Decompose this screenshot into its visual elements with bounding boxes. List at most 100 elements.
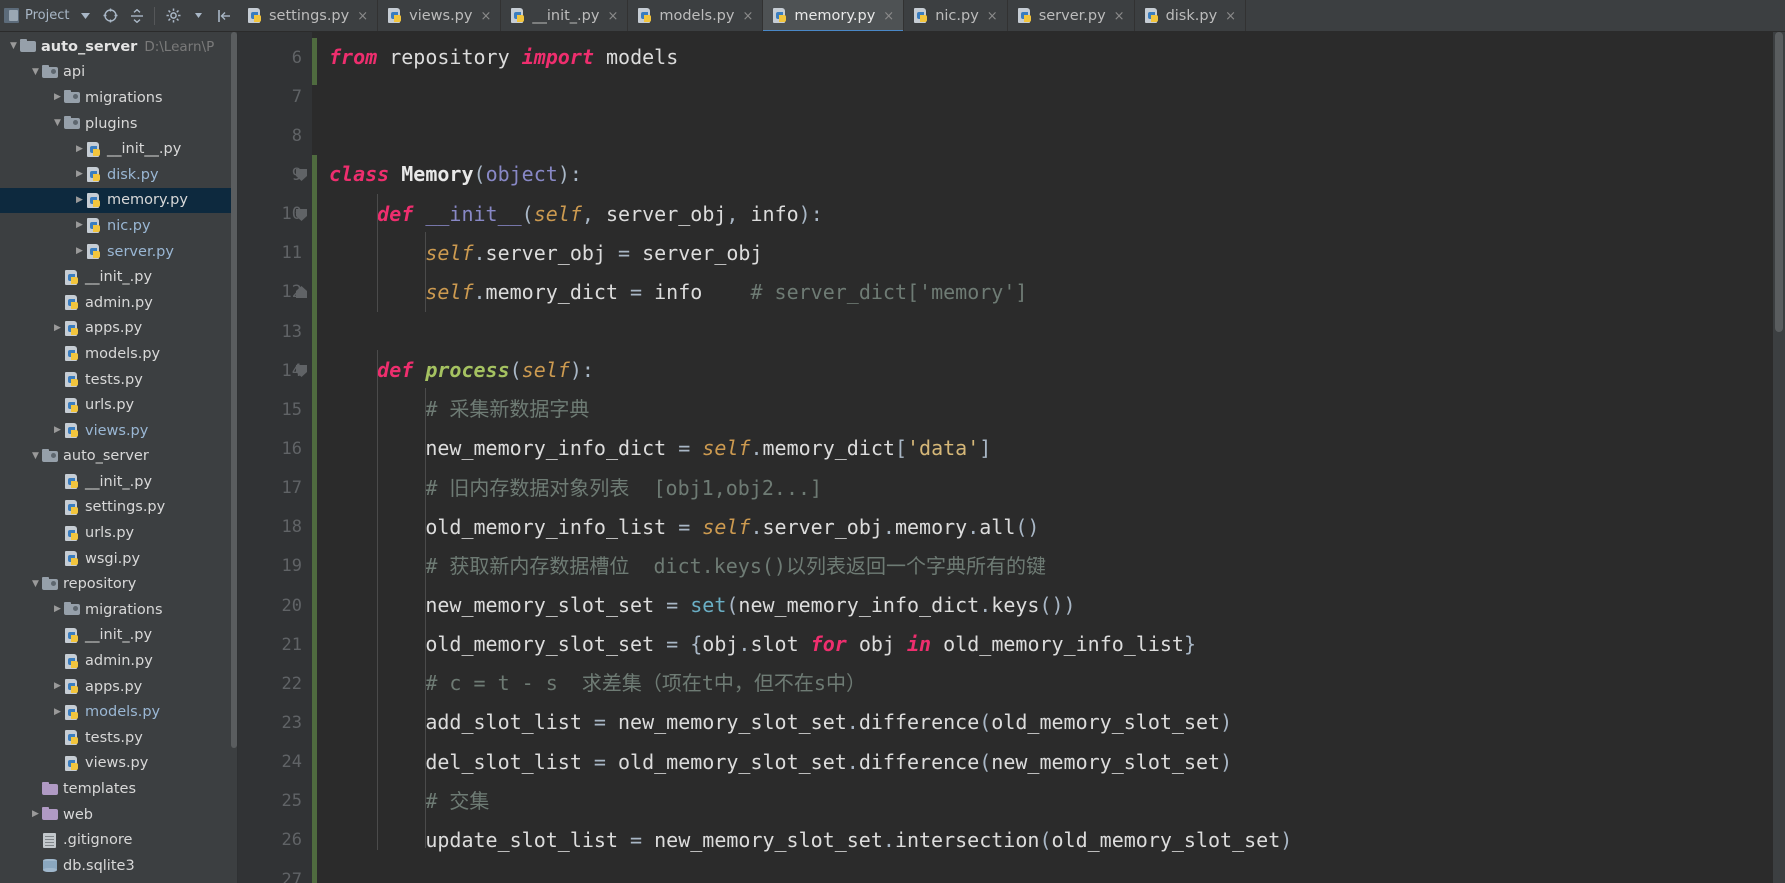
editor-tab-bar[interactable]: settings.py × views.py × __init_.py × models.p… (238, 0, 1785, 32)
code-line[interactable]: def __init__(self, server_obj, info): (312, 195, 1785, 234)
line-number[interactable]: 8 (238, 116, 312, 155)
code-line[interactable]: add_slot_list = new_memory_slot_set.diff… (312, 703, 1785, 742)
code-line[interactable]: old_memory_info_list = self.server_obj.m… (312, 508, 1785, 547)
code-line[interactable]: from repository import models (312, 38, 1785, 77)
tree-item-urls-py[interactable]: urls.py (0, 392, 238, 418)
chevron-down-icon[interactable]: ▼ (29, 67, 42, 77)
chevron-down-icon[interactable]: ▼ (51, 119, 64, 128)
tree-item-migrations[interactable]: ▶ migrations (0, 85, 238, 111)
code-line[interactable]: # 采集新数据字典 (312, 390, 1785, 429)
tree-item-web[interactable]: ▶ web (0, 802, 238, 828)
tree-item-server-py[interactable]: ▶ server.py (0, 239, 238, 265)
code-line[interactable]: self.memory_dict = info # server_dict['m… (312, 273, 1785, 312)
tree-item-models-py[interactable]: models.py (0, 341, 238, 367)
chevron-down-icon[interactable]: ▼ (29, 579, 42, 589)
line-number[interactable]: 21 (238, 625, 312, 664)
tree-item-urls-py[interactable]: urls.py (0, 520, 238, 546)
line-number[interactable]: 25 (238, 782, 312, 821)
tree-item-templates[interactable]: templates (0, 776, 238, 802)
tree-item-wsgi-py[interactable]: wsgi.py (0, 546, 238, 572)
tree-item-apps-py[interactable]: ▶ apps.py (0, 674, 238, 700)
code-line[interactable]: update_slot_list = new_memory_slot_set.i… (312, 821, 1785, 860)
editor-tab-models-py[interactable]: models.py × (628, 0, 764, 31)
line-number[interactable]: 22 (238, 664, 312, 703)
tree-item-migrations[interactable]: ▶ migrations (0, 597, 238, 623)
chevron-down-icon[interactable]: ▼ (7, 42, 20, 51)
code-line[interactable] (312, 116, 1785, 155)
code-line[interactable]: old_memory_slot_set = {obj.slot for obj … (312, 625, 1785, 664)
line-number-gutter[interactable]: 6789101112131415161718192021222324252627 (238, 32, 312, 883)
tree-item-db-sqlite3[interactable]: db.sqlite3 (0, 853, 238, 879)
code-line[interactable]: # c = t - s 求差集（项在t中，但不在s中） (312, 664, 1785, 703)
tab-close-icon[interactable]: × (1114, 9, 1125, 24)
chevron-right-icon[interactable]: ▶ (51, 707, 64, 717)
code-line[interactable] (312, 312, 1785, 351)
tree-item-api[interactable]: ▼ api (0, 60, 238, 86)
chevron-right-icon[interactable]: ▶ (51, 682, 64, 691)
code-editor[interactable]: 6789101112131415161718192021222324252627… (238, 32, 1785, 883)
chevron-right-icon[interactable]: ▶ (51, 323, 64, 333)
line-number[interactable]: 19 (238, 547, 312, 586)
tree-item-tests-py[interactable]: tests.py (0, 725, 238, 751)
editor-tab-server-py[interactable]: server.py × (1008, 0, 1135, 31)
chevron-down-icon[interactable]: ▼ (29, 451, 42, 461)
code-line[interactable]: def process(self): (312, 351, 1785, 390)
editor-tab-nic-py[interactable]: nic.py × (904, 0, 1008, 31)
collapse-all-icon[interactable] (127, 5, 147, 27)
tab-close-icon[interactable]: × (607, 9, 618, 24)
tree-item-views-py[interactable]: views.py (0, 751, 238, 777)
target-icon[interactable] (101, 5, 121, 27)
line-number[interactable]: 17 (238, 469, 312, 508)
chevron-right-icon[interactable]: ▶ (51, 605, 64, 614)
line-number[interactable]: 26 (238, 821, 312, 860)
code-fold-marker[interactable] (295, 364, 308, 378)
tree-item-apps-py[interactable]: ▶ apps.py (0, 316, 238, 342)
code-line[interactable]: new_memory_info_dict = self.memory_dict[… (312, 429, 1785, 468)
tree-item--init-py[interactable]: __init_.py (0, 264, 238, 290)
line-number[interactable]: 18 (238, 508, 312, 547)
editor-tab-memory-py[interactable]: memory.py × (763, 0, 905, 31)
chevron-right-icon[interactable]: ▶ (73, 247, 86, 256)
tree-item--gitignore[interactable]: .gitignore (0, 827, 238, 853)
code-line[interactable]: self.server_obj = server_obj (312, 234, 1785, 273)
tree-item-views-py[interactable]: ▶ views.py (0, 418, 238, 444)
tab-close-icon[interactable]: × (480, 9, 491, 24)
chevron-right-icon[interactable]: ▶ (73, 170, 86, 179)
tab-close-icon[interactable]: × (1225, 9, 1236, 24)
code-line[interactable]: # 旧内存数据对象列表 [obj1,obj2...] (312, 469, 1785, 508)
line-number[interactable]: 23 (238, 703, 312, 742)
line-number[interactable]: 11 (238, 234, 312, 273)
code-line[interactable]: # 获取新内存数据槽位 dict.keys()以列表返回一个字典所有的键 (312, 547, 1785, 586)
tab-close-icon[interactable]: × (987, 9, 998, 24)
tree-item-admin-py[interactable]: admin.py (0, 290, 238, 316)
code-line[interactable]: # 交集 (312, 782, 1785, 821)
editor-scrollbar-thumb[interactable] (1775, 32, 1783, 332)
tree-item-nic-py[interactable]: ▶ nic.py (0, 213, 238, 239)
hide-panel-icon[interactable] (214, 5, 234, 27)
tree-item--init-py[interactable]: __init_.py (0, 469, 238, 495)
code-fold-marker[interactable] (295, 208, 308, 221)
line-number[interactable]: 16 (238, 429, 312, 468)
project-tree-panel[interactable]: ▼ auto_server D:\Learn\P ▼ api ▶ migrations ▼ pl… (0, 32, 238, 883)
tree-item-models-py[interactable]: ▶ models.py (0, 699, 238, 725)
tree-item-tests-py[interactable]: tests.py (0, 367, 238, 393)
tab-close-icon[interactable]: × (883, 9, 894, 24)
tree-item-repository[interactable]: ▼ repository (0, 571, 238, 597)
code-line[interactable] (312, 860, 1785, 883)
code-fold-marker[interactable] (295, 285, 308, 299)
editor-tab-views-py[interactable]: views.py × (378, 0, 502, 31)
chevron-right-icon[interactable]: ▶ (51, 93, 64, 102)
line-number[interactable]: 27 (238, 860, 312, 883)
gear-icon[interactable] (163, 5, 183, 27)
line-number[interactable]: 15 (238, 390, 312, 429)
line-number[interactable]: 20 (238, 586, 312, 625)
chevron-down-small-icon[interactable] (189, 5, 209, 27)
tree-item-auto-server[interactable]: ▼ auto_server (0, 444, 238, 470)
code-fold-marker[interactable] (295, 168, 308, 182)
tree-item-memory-py[interactable]: ▶ memory.py (0, 187, 238, 214)
code-line[interactable]: new_memory_slot_set = set(new_memory_inf… (312, 586, 1785, 625)
code-line[interactable]: del_slot_list = old_memory_slot_set.diff… (312, 743, 1785, 782)
code-line[interactable]: class Memory(object): (312, 155, 1785, 194)
project-tree[interactable]: ▼ auto_server D:\Learn\P ▼ api ▶ migrations ▼ pl… (0, 34, 238, 879)
chevron-down-icon[interactable] (75, 5, 95, 27)
